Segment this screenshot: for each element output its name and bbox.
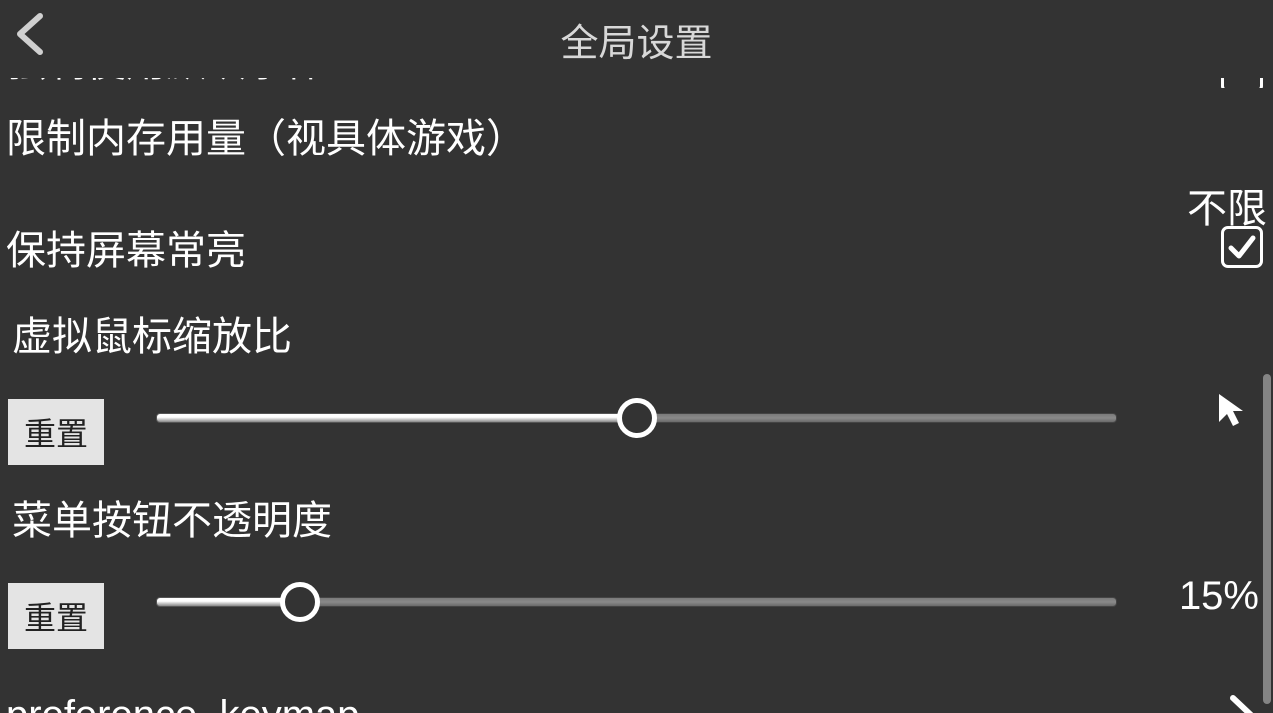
opacity-value: 15%	[1179, 574, 1259, 619]
checkbox-force-default-font[interactable]	[1221, 78, 1263, 88]
setting-preference-keymap[interactable]: preference_keymap	[6, 692, 1267, 713]
setting-menu-button-opacity: 菜单按钮不透明度 重置 15%	[6, 488, 1267, 644]
settings-list: 强制使用默认字体 限制内存用量（视具体游戏） 不限 保持屏幕常亮 虚拟鼠标缩放比…	[0, 78, 1273, 713]
setting-label: preference_keymap	[6, 693, 360, 713]
back-button[interactable]	[6, 10, 54, 58]
slider-thumb[interactable]	[280, 582, 320, 622]
scrollbar[interactable]	[1263, 374, 1271, 704]
setting-force-default-font[interactable]: 强制使用默认字体	[6, 78, 1267, 88]
reset-button-opacity[interactable]: 重置	[8, 583, 104, 649]
setting-memory-limit[interactable]: 限制内存用量（视具体游戏） 不限	[6, 106, 1267, 164]
setting-label: 虚拟鼠标缩放比	[6, 304, 1267, 362]
slider-opacity[interactable]	[156, 582, 1117, 622]
slider-mouse-scale[interactable]	[156, 398, 1117, 438]
setting-label: 保持屏幕常亮	[6, 218, 246, 276]
header: 全局设置	[0, 0, 1273, 78]
setting-label: 强制使用默认字体	[6, 78, 326, 88]
page-title: 全局设置	[560, 12, 712, 67]
setting-keep-screen-on[interactable]: 保持屏幕常亮	[6, 218, 1267, 276]
cursor-preview-icon	[1209, 388, 1253, 432]
setting-virtual-mouse-scale: 虚拟鼠标缩放比 重置	[6, 304, 1267, 460]
setting-label: 菜单按钮不透明度	[6, 488, 1267, 546]
slider-thumb[interactable]	[617, 398, 657, 438]
setting-label: 限制内存用量（视具体游戏）	[6, 106, 1267, 164]
chevron-right-icon	[1225, 692, 1259, 713]
reset-button-mouse-scale[interactable]: 重置	[8, 399, 104, 465]
memory-limit-value: 不限	[1187, 176, 1267, 234]
